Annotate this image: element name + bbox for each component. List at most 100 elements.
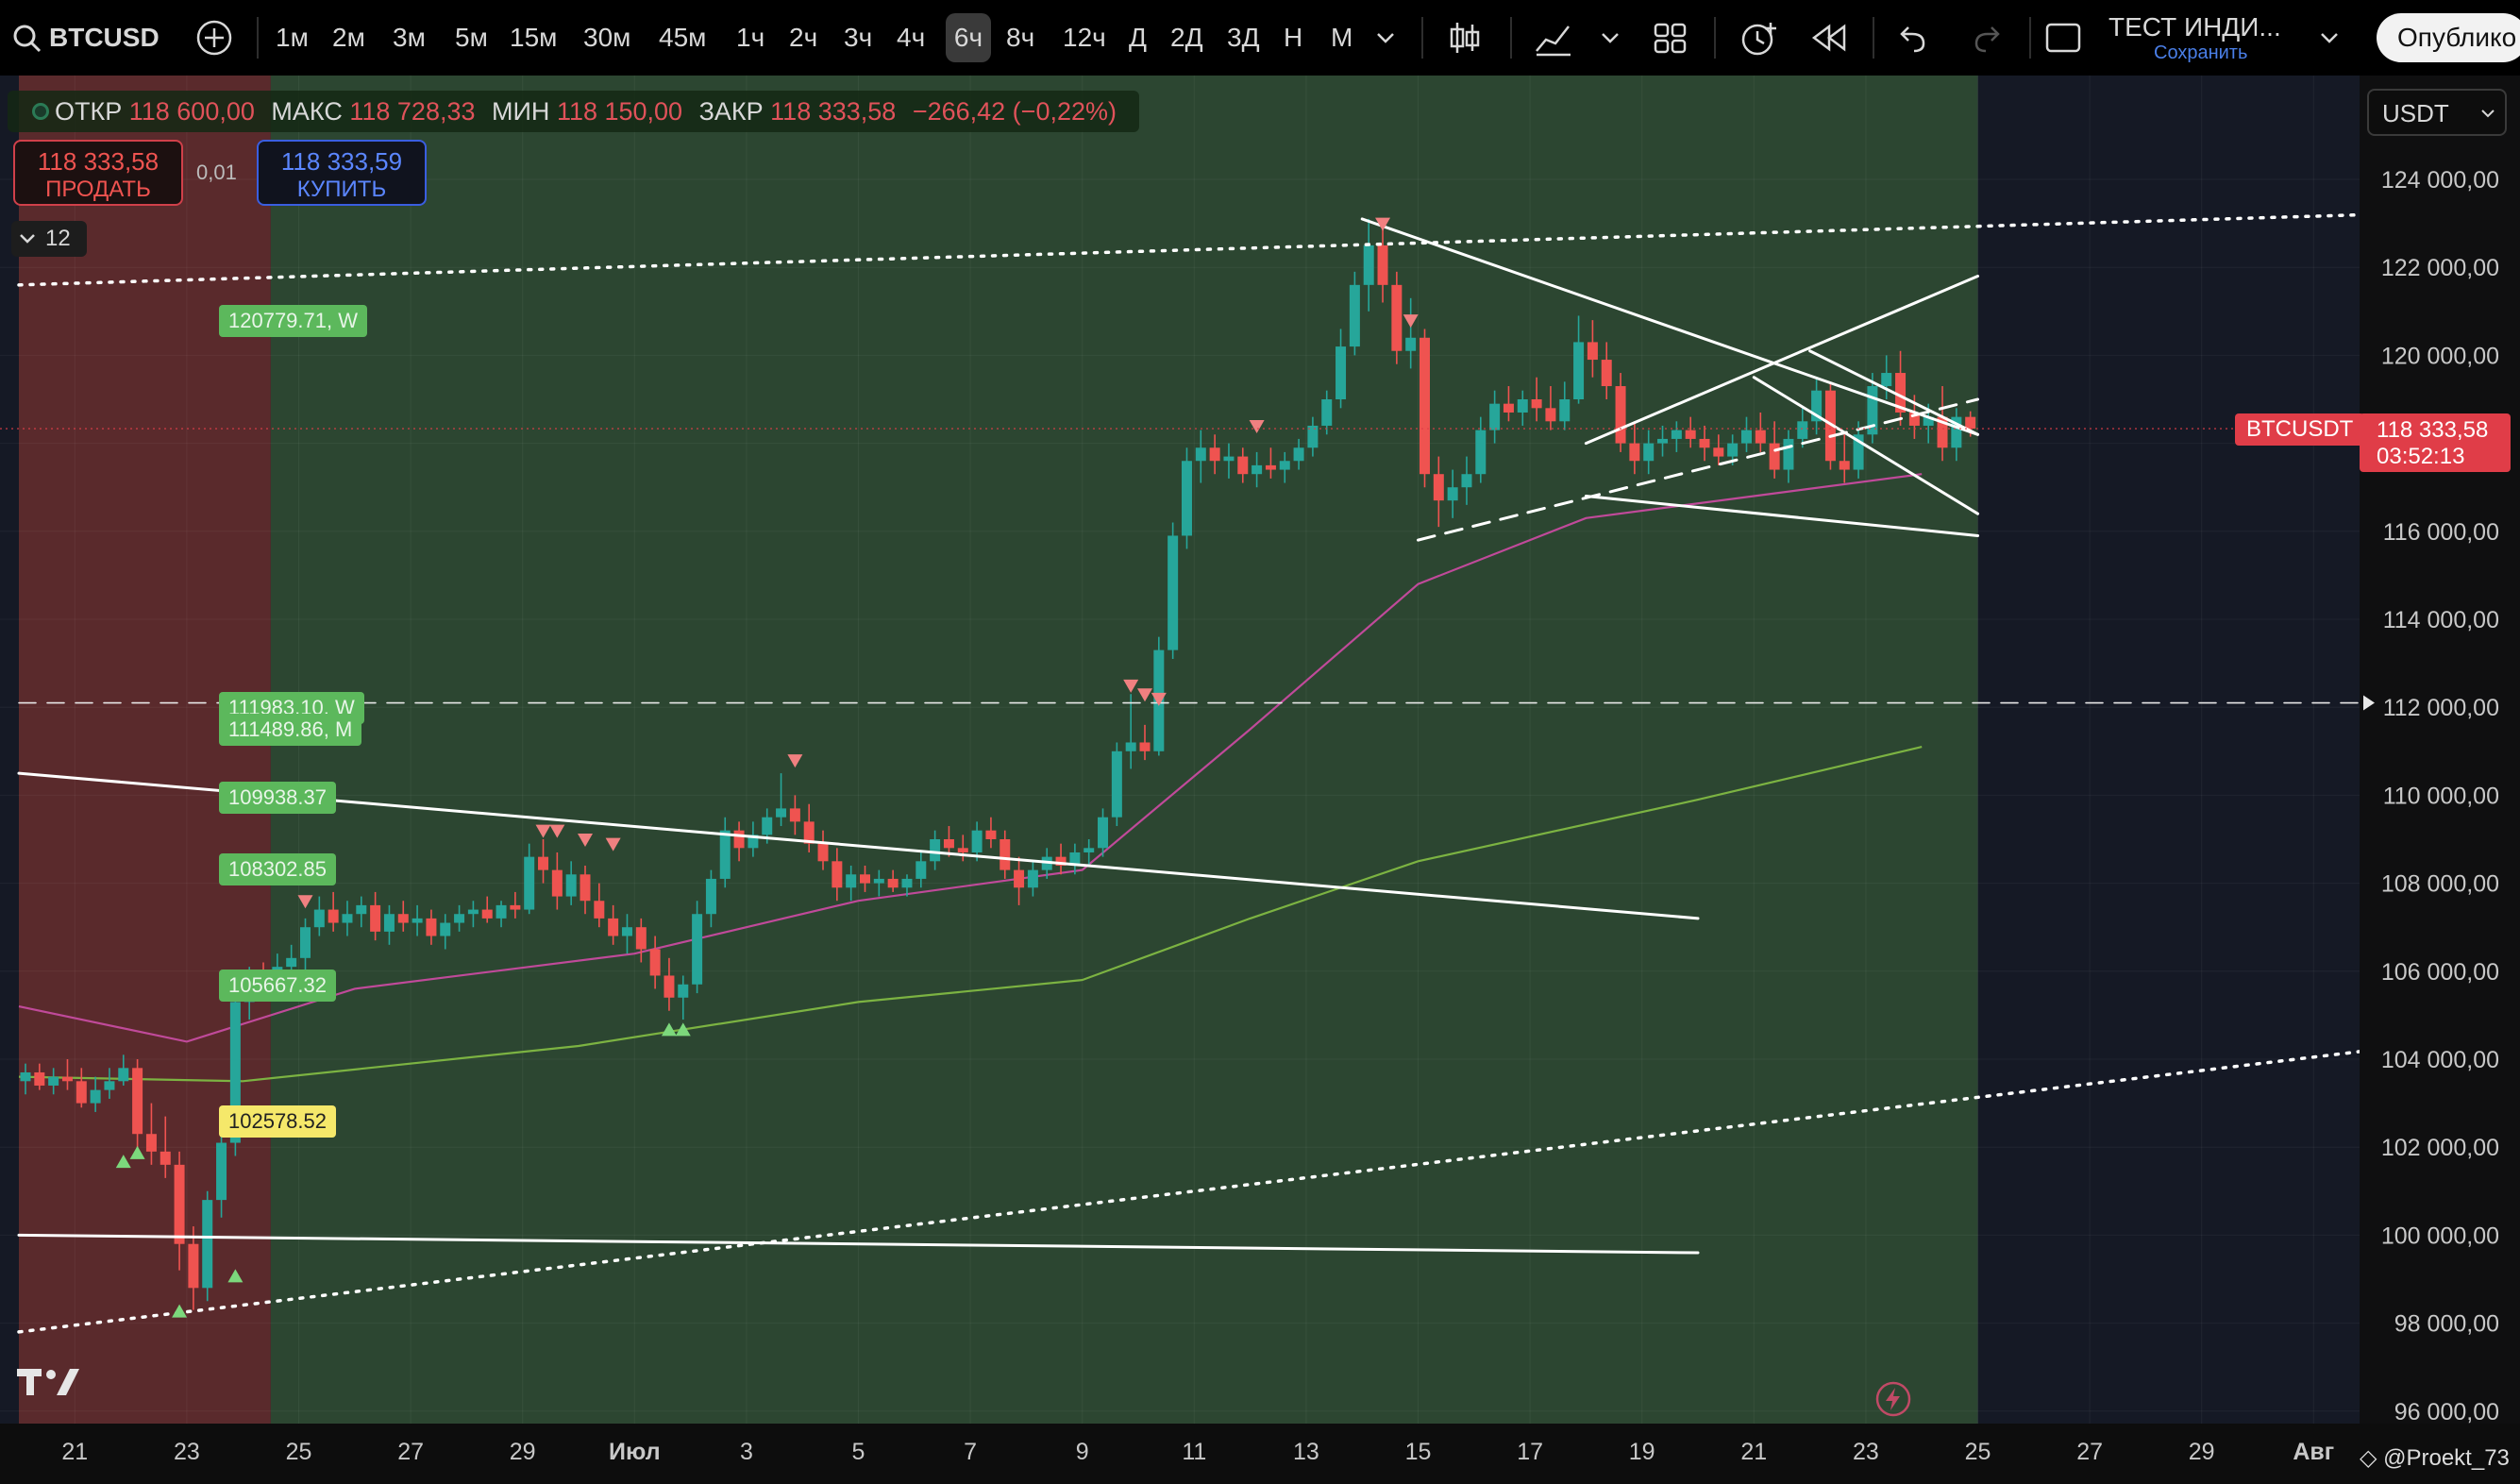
candle-body: [1503, 403, 1514, 413]
candle-body: [1881, 373, 1892, 387]
candle-body: [817, 843, 829, 862]
price-axis-label: 96 000,00: [2394, 1399, 2499, 1425]
diamond-icon: ◇: [2360, 1445, 2384, 1471]
candle-body: [957, 848, 968, 852]
candle-body: [719, 830, 731, 879]
candle-body: [1671, 430, 1682, 439]
symbol-search-icon[interactable]: [11, 13, 43, 62]
layout-grid-icon[interactable]: [1652, 13, 1689, 62]
candle-body: [1615, 386, 1626, 444]
candle-body: [440, 922, 451, 936]
candle-style-icon[interactable]: [1446, 13, 1484, 62]
candle-body: [1336, 346, 1347, 399]
date-axis-label: 27: [2076, 1439, 2103, 1465]
timeframe-Д[interactable]: Д: [1129, 13, 1147, 62]
candle-body: [971, 830, 983, 852]
close-value: 118 333,58: [770, 97, 897, 126]
currency-select[interactable]: USDT: [2367, 89, 2507, 136]
timeframe-3Д[interactable]: 3Д: [1227, 13, 1260, 62]
candle-body: [1727, 443, 1739, 457]
candle-body: [664, 975, 675, 998]
candle-body: [1027, 869, 1038, 888]
timeframe-45м[interactable]: 45м: [659, 13, 706, 62]
timeframe-3м[interactable]: 3м: [393, 13, 426, 62]
candle-body: [104, 1081, 115, 1090]
timeframe-3ч[interactable]: 3ч: [844, 13, 872, 62]
candle-body: [1252, 464, 1263, 475]
indicators-icon[interactable]: [1533, 13, 1574, 62]
symbol-name[interactable]: BTCUSD: [49, 13, 160, 62]
ohlc-legend: ОТКР 118 600,00 МАКС 118 728,33 МИН 118 …: [8, 91, 1139, 132]
candle-body: [1279, 461, 1290, 470]
candle-body: [635, 927, 647, 950]
tradingview-logo[interactable]: [17, 1365, 79, 1404]
candle-body: [1965, 416, 1976, 430]
top-toolbar: BTCUSD 1м 2м 3м 5м 15м 30м 45м 1ч 2ч 3ч 4ч 6ч 8ч 12ч Д…: [0, 0, 2520, 76]
candle-body: [1084, 848, 1095, 852]
candle: [1111, 742, 1122, 827]
fullscreen-icon[interactable]: [2042, 13, 2084, 62]
level-label[interactable]: 111489.86, M: [219, 713, 362, 746]
date-axis-label: 23: [1853, 1439, 1879, 1465]
candle-body: [426, 918, 437, 936]
candle-body: [1405, 337, 1417, 351]
timeframe-2м[interactable]: 2м: [332, 13, 365, 62]
candle-body: [188, 1243, 199, 1289]
date-axis-label: Июл: [609, 1439, 661, 1465]
publish-button[interactable]: Опублико: [2377, 13, 2520, 62]
candle-body: [1237, 456, 1249, 475]
level-label[interactable]: 109938.37: [219, 782, 336, 815]
timeframe-8ч[interactable]: 8ч: [1006, 13, 1034, 62]
time-axis-panel[interactable]: [0, 1424, 2520, 1484]
price-chart[interactable]: 124 000,00122 000,00120 000,00118 000,00…: [0, 76, 2520, 1484]
redo-icon[interactable]: [1969, 13, 2007, 62]
timeframe-more-icon[interactable]: [1374, 13, 1397, 62]
level-label[interactable]: 105667.32: [219, 970, 336, 1003]
price-axis-label: 116 000,00: [2383, 519, 2499, 546]
timeframe-4ч[interactable]: 4ч: [897, 13, 925, 62]
layout-name-block[interactable]: ТЕСТ ИНДИ... Сохранить: [2108, 11, 2312, 62]
candle-body: [1349, 284, 1360, 347]
candle-body: [1447, 487, 1458, 501]
candle-body: [76, 1081, 87, 1104]
candle-body: [174, 1164, 185, 1244]
buy-button[interactable]: 118 333,59 КУПИТЬ: [257, 140, 427, 206]
timeframe-2ч[interactable]: 2ч: [789, 13, 817, 62]
candle-body: [901, 878, 913, 888]
level-label[interactable]: 120779.71, W: [219, 305, 367, 338]
sell-button[interactable]: 118 333,58 ПРОДАТЬ: [13, 140, 183, 206]
visibility-eye-icon[interactable]: [32, 103, 49, 120]
timeframe-1ч[interactable]: 1ч: [736, 13, 764, 62]
timeframe-6ч[interactable]: 6ч: [946, 13, 991, 62]
toolbar-divider: [1873, 17, 1874, 59]
price-axis-label: 120 000,00: [2381, 343, 2499, 369]
candle-body: [1391, 284, 1403, 351]
indicators-collapse-button[interactable]: 12: [11, 221, 87, 257]
level-label[interactable]: 108302.85: [219, 853, 336, 886]
timeframe-2Д[interactable]: 2Д: [1170, 13, 1203, 62]
candle-body: [1265, 464, 1276, 470]
undo-icon[interactable]: [1893, 13, 1931, 62]
candle-body: [510, 904, 521, 910]
timeframe-15м[interactable]: 15м: [510, 13, 557, 62]
candle-body: [985, 830, 997, 839]
layout-menu-icon[interactable]: [2318, 13, 2341, 62]
date-axis-label: 9: [1076, 1439, 1089, 1465]
compare-add-icon[interactable]: [193, 13, 235, 62]
timeframe-5м[interactable]: 5м: [455, 13, 488, 62]
timeframe-Н[interactable]: Н: [1284, 13, 1302, 62]
timeframe-1м[interactable]: 1м: [276, 13, 309, 62]
replay-icon[interactable]: [1810, 13, 1848, 62]
layout-save-status[interactable]: Сохранить: [2108, 43, 2312, 62]
candle-body: [1699, 438, 1710, 448]
timeframe-М[interactable]: М: [1331, 13, 1352, 62]
indicators-dropdown-icon[interactable]: [1599, 13, 1621, 62]
lightning-icon[interactable]: [1874, 1380, 1912, 1423]
level-label[interactable]: 102578.52: [219, 1105, 336, 1138]
date-axis-label: 11: [1182, 1439, 1206, 1465]
timeframe-12ч[interactable]: 12ч: [1063, 13, 1106, 62]
candle-body: [1000, 839, 1011, 870]
timeframe-30м[interactable]: 30м: [583, 13, 630, 62]
candle-body: [846, 874, 857, 888]
alert-clock-icon[interactable]: [1737, 13, 1780, 62]
